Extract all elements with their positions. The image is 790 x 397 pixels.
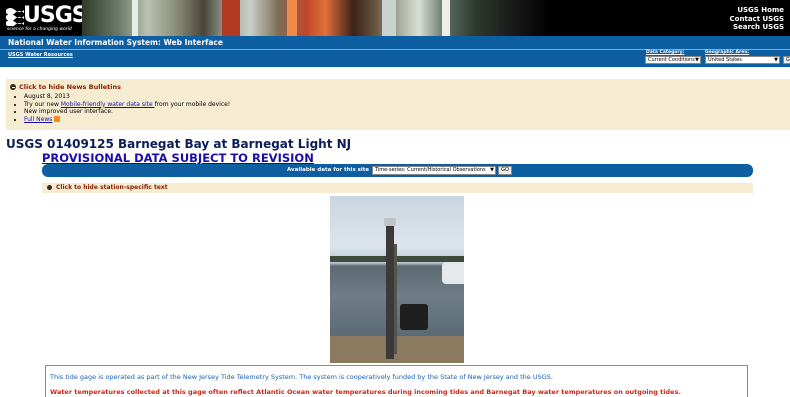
usgs-wave-icon (6, 8, 24, 26)
station-header-text: Click to hide station-specific text (56, 184, 168, 191)
available-data-go-button[interactable]: GO (498, 166, 512, 175)
full-news-link[interactable]: Full News (24, 116, 52, 123)
provisional-data-link[interactable]: PROVISIONAL DATA SUBJECT TO REVISION (42, 151, 314, 165)
nwis-nav-bar: National Water Information System: Web I… (0, 36, 790, 67)
mobile-site-link[interactable]: Mobile-friendly water data site (61, 101, 155, 108)
photo-equipment-box (400, 304, 428, 330)
station-text-toggle[interactable]: Click to hide station-specific text (42, 183, 753, 193)
chevron-down-icon: ▼ (774, 57, 778, 63)
collapse-icon (10, 84, 16, 90)
station-description: This tide gage is operated as part of th… (50, 373, 553, 381)
photo-pole (386, 224, 394, 359)
photo-dock (330, 336, 464, 363)
data-category-select[interactable]: Current Conditions ▼ (645, 56, 701, 64)
usgs-banner: USGS science for a changing world USGS H… (0, 0, 790, 36)
top-links: USGS Home Contact USGS Search USGS (730, 6, 784, 32)
geographic-area-label: Geographic Area: (705, 50, 750, 55)
news-header-text: Click to hide News Bulletins (19, 83, 121, 91)
search-usgs-link[interactable]: Search USGS (730, 23, 784, 32)
usgs-home-link[interactable]: USGS Home (730, 6, 784, 15)
geographic-area-select[interactable]: United States ▼ (705, 56, 780, 64)
contact-usgs-link[interactable]: Contact USGS (730, 15, 784, 24)
news-item-full: Full News (24, 115, 230, 124)
news-bulletins: Click to hide News Bulletins August 8, 2… (6, 79, 790, 130)
banner-photo-collage (82, 0, 550, 36)
news-item-mobile: Try our new Mobile-friendly water data s… (24, 101, 230, 109)
nav-go-button[interactable]: G (783, 56, 790, 64)
chevron-down-icon: ▼ (490, 167, 494, 173)
station-info-box: This tide gage is operated as part of th… (45, 365, 748, 397)
chevron-down-icon: ▼ (695, 57, 699, 63)
rss-icon[interactable] (54, 115, 61, 122)
data-category-label: Data Category: (646, 50, 685, 55)
news-list: August 8, 2013 Try our new Mobile-friend… (18, 93, 230, 123)
page-title: USGS 01409125 Barnegat Bay at Barnegat L… (6, 137, 352, 151)
photo-boat (442, 262, 464, 284)
news-item-date: August 8, 2013 (24, 93, 230, 101)
collapse-icon (47, 185, 52, 190)
available-data-select[interactable]: Time-series: Current/Historical Observat… (372, 166, 496, 175)
logo-tagline: science for a changing world (7, 27, 72, 32)
news-toggle[interactable]: Click to hide News Bulletins (10, 83, 121, 91)
usgs-logo[interactable]: USGS science for a changing world (6, 3, 88, 33)
geographic-area-value: United States (708, 57, 742, 63)
gage-photo (330, 196, 464, 363)
logo-wordmark: USGS (23, 3, 88, 28)
available-data-label: Available data for this site (287, 167, 370, 173)
nwis-title: National Water Information System: Web I… (8, 38, 223, 47)
data-category-value: Current Conditions (648, 57, 695, 63)
water-resources-link[interactable]: USGS Water Resources (8, 52, 73, 58)
available-data-value: Time-series: Current/Historical Observat… (375, 167, 486, 173)
water-temperature-note: Water temperatures collected at this gag… (50, 388, 681, 396)
photo-sensor (384, 218, 396, 226)
photo-treeline (330, 256, 464, 262)
news-item-interface: New improved user interface. (24, 108, 230, 116)
available-data-bar: Available data for this site Time-series… (42, 164, 753, 177)
